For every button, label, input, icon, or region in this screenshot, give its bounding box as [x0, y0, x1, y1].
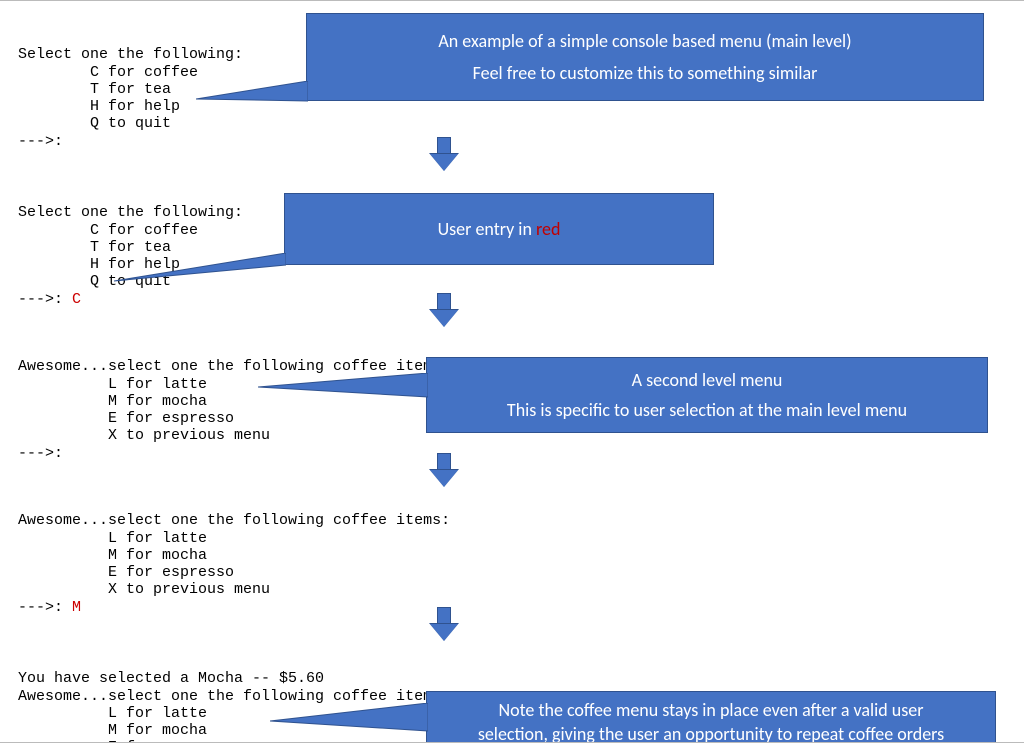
prompt: --->: — [18, 599, 63, 616]
page-canvas: Select one the following: C for coffee T… — [0, 0, 1024, 743]
callout-tail-icon — [114, 253, 286, 283]
menu-option: M for mocha — [108, 547, 207, 564]
callout-text: selection, giving the user an opportunit… — [478, 722, 944, 743]
menu-option: C for coffee — [90, 64, 198, 81]
menu-option: E for espresso — [108, 410, 234, 427]
menu-option: C for coffee — [90, 222, 198, 239]
menu-option: Q to quit — [90, 115, 171, 132]
menu-option: M for mocha — [108, 393, 207, 410]
prompt: --->: — [18, 445, 63, 462]
user-input: C — [72, 291, 81, 308]
callout-repeat: Note the coffee menu stays in place even… — [426, 691, 996, 743]
callout-main-menu: An example of a simple console based men… — [306, 13, 984, 101]
callout-text-part: User entry in — [438, 218, 536, 240]
menu-header: Select one the following: — [18, 204, 243, 221]
menu-header: Awesome...select one the following coffe… — [18, 512, 450, 529]
callout-tail-icon — [196, 81, 308, 107]
console-block-2: Select one the following: C for coffee T… — [18, 187, 243, 308]
menu-header: Select one the following: — [18, 46, 243, 63]
callout-text: User entry in red — [438, 217, 561, 241]
menu-option: L for latte — [108, 705, 207, 722]
result-line: You have selected a Mocha -- $5.60 — [18, 670, 324, 687]
callout-user-entry: User entry in red — [284, 193, 714, 265]
menu-option: L for latte — [108, 376, 207, 393]
menu-option: L for latte — [108, 530, 207, 547]
callout-second-level: A second level menu This is specific to … — [426, 357, 988, 433]
callout-tail-icon — [258, 373, 428, 399]
console-block-4: Awesome...select one the following coffe… — [18, 495, 450, 616]
console-block-3: Awesome...select one the following coffe… — [18, 341, 450, 462]
menu-option: X to previous menu — [108, 581, 270, 598]
callout-text: A second level menu — [632, 368, 783, 392]
menu-option: H for help — [90, 98, 180, 115]
prompt: --->: — [18, 291, 63, 308]
menu-header: Awesome...select one the following coffe… — [18, 688, 450, 705]
callout-text: An example of a simple console based men… — [438, 29, 851, 53]
arrow-down-icon — [430, 453, 458, 487]
callout-tail-icon — [270, 703, 428, 733]
menu-option: E for espresso — [108, 739, 234, 743]
prompt: --->: — [18, 133, 63, 150]
callout-text: Feel free to customize this to something… — [473, 61, 818, 85]
menu-option: E for espresso — [108, 564, 234, 581]
menu-option: X to previous menu — [108, 427, 270, 444]
callout-text: Note the coffee menu stays in place even… — [498, 698, 923, 722]
user-input: M — [72, 599, 81, 616]
menu-option: M for mocha — [108, 722, 207, 739]
arrow-down-icon — [430, 293, 458, 327]
menu-option: T for tea — [90, 81, 171, 98]
arrow-down-icon — [430, 137, 458, 171]
arrow-down-icon — [430, 607, 458, 641]
callout-text-red: red — [536, 218, 560, 240]
callout-text: This is specific to user selection at th… — [507, 398, 907, 422]
